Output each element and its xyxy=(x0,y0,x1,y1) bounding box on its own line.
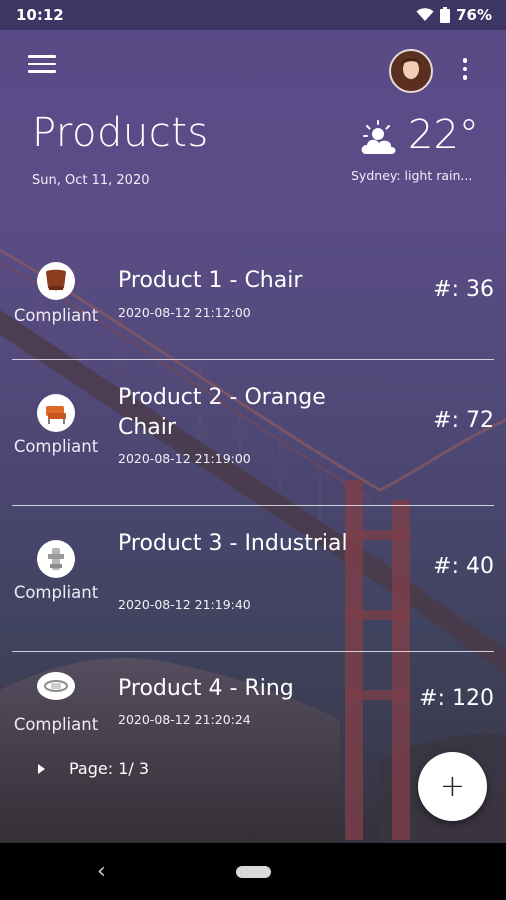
product-name: Product 1 - Chair xyxy=(118,268,303,293)
product-count: #: 72 xyxy=(433,408,494,433)
product-name: Product 4 - Ring xyxy=(118,676,294,701)
compliance-status: Compliant xyxy=(13,583,99,602)
add-product-button[interactable]: + xyxy=(418,752,487,821)
product-row-1[interactable]: Compliant Product 1 - Chair 2020-08-12 2… xyxy=(0,216,506,360)
battery-icon xyxy=(440,7,451,23)
home-pill-button[interactable] xyxy=(236,866,271,878)
compliance-status: Compliant xyxy=(13,437,99,456)
product-timestamp: 2020-08-12 21:19:00 xyxy=(118,451,251,466)
orange-chair-icon xyxy=(37,394,75,432)
industrial-icon xyxy=(37,540,75,578)
back-icon[interactable]: ‹ xyxy=(97,859,106,884)
temperature: 22° xyxy=(408,112,479,158)
battery-level: 76% xyxy=(456,6,492,24)
plus-icon: + xyxy=(439,769,466,804)
product-name: Product 2 - Orange Chair xyxy=(118,385,326,440)
product-count: #: 120 xyxy=(419,686,494,711)
product-timestamp: 2020-08-12 21:19:40 xyxy=(118,597,251,612)
product-timestamp: 2020-08-12 21:12:00 xyxy=(118,305,251,320)
product-row-4[interactable]: Compliant Product 4 - Ring 2020-08-12 21… xyxy=(0,652,506,762)
compliance-status: Compliant xyxy=(13,715,99,734)
wifi-icon xyxy=(416,8,434,21)
ring-icon xyxy=(37,672,75,700)
weather-description: Sydney: light rain... xyxy=(351,168,473,183)
more-options-icon[interactable] xyxy=(455,58,475,82)
status-icons: 76% xyxy=(416,6,492,24)
next-page-arrow-icon[interactable] xyxy=(38,763,45,774)
product-row-3[interactable]: Compliant Product 3 - Industrial 2020-08… xyxy=(0,506,506,652)
page-date: Sun, Oct 11, 2020 xyxy=(32,173,150,188)
pagination[interactable]: Page: 1/ 3 xyxy=(38,759,149,778)
product-count: #: 36 xyxy=(433,277,494,302)
compliance-status: Compliant xyxy=(13,306,99,325)
page-title: Products xyxy=(32,110,209,156)
status-bar: 10:12 76% xyxy=(0,0,506,30)
chair-icon xyxy=(37,262,75,300)
product-count: #: 40 xyxy=(433,554,494,579)
page-indicator: Page: 1/ 3 xyxy=(69,759,150,778)
user-avatar[interactable] xyxy=(389,49,433,93)
status-time: 10:12 xyxy=(16,6,64,24)
app-screen: 10:12 76% Products Sun, Oct 11, 2020 22°… xyxy=(0,0,506,900)
product-name: Product 3 - Industrial xyxy=(118,531,348,556)
partly-cloudy-rain-icon xyxy=(361,120,396,154)
system-navigation-bar: ‹ xyxy=(0,843,506,900)
product-timestamp: 2020-08-12 21:20:24 xyxy=(118,712,251,727)
product-row-2[interactable]: Compliant Product 2 - Orange Chair 2020-… xyxy=(0,360,506,506)
menu-icon[interactable] xyxy=(28,55,56,77)
